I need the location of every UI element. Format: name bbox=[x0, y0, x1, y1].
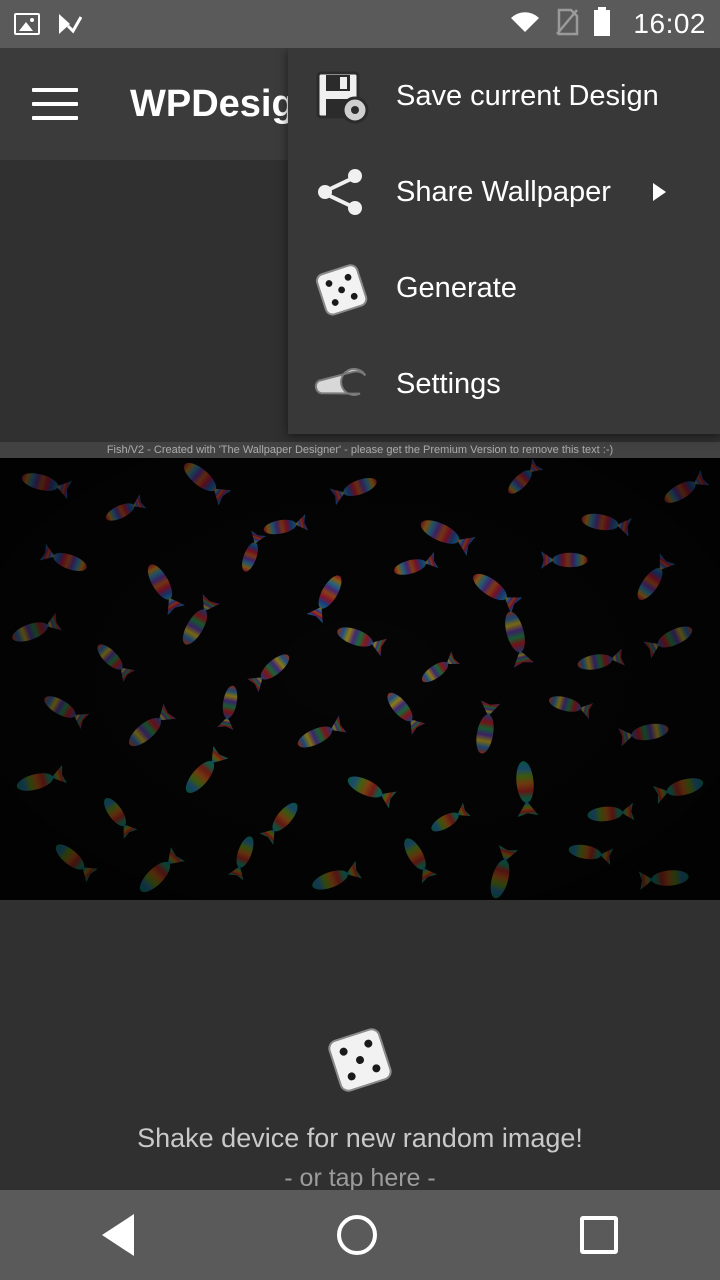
menu-item-label: Share Wallpaper bbox=[396, 175, 611, 208]
wallpaper-image bbox=[0, 442, 720, 900]
menu-item-label: Generate bbox=[396, 271, 517, 304]
back-triangle-icon[interactable] bbox=[101, 1214, 134, 1256]
dice-icon bbox=[328, 1028, 392, 1092]
shake-hint-area[interactable]: Shake device for new random image! - or … bbox=[0, 1020, 720, 1198]
menu-item-label: Save current Design bbox=[396, 79, 659, 112]
battery-icon bbox=[593, 6, 611, 42]
menu-item-generate[interactable]: Generate bbox=[288, 240, 720, 336]
status-bar-right-icons: 16:02 bbox=[509, 6, 706, 42]
sim-off-icon bbox=[555, 8, 579, 41]
share-icon bbox=[318, 169, 362, 215]
overflow-menu: Save current Design Share Wallpaper Gene… bbox=[288, 48, 720, 434]
wallpaper-watermark: Fish/V2 - Created with 'The Wallpaper De… bbox=[0, 442, 720, 458]
home-circle-icon[interactable] bbox=[336, 1215, 377, 1255]
phone-screen: 16:02 WPDesigner Fish/V2 - Created with … bbox=[0, 0, 720, 1280]
status-bar: 16:02 bbox=[0, 0, 720, 48]
menu-item-settings[interactable]: Settings bbox=[288, 336, 720, 432]
status-bar-clock: 16:02 bbox=[633, 8, 706, 39]
system-nav-bar bbox=[0, 1190, 720, 1280]
save-disk-icon bbox=[316, 71, 369, 124]
fish-pattern bbox=[0, 442, 720, 900]
status-bar-left-icons bbox=[14, 11, 83, 37]
shake-hint-line1: Shake device for new random image! bbox=[137, 1123, 583, 1153]
hamburger-menu-icon[interactable] bbox=[32, 88, 78, 120]
wrench-icon bbox=[314, 367, 367, 396]
image-icon bbox=[14, 13, 40, 35]
wallpaper-preview[interactable]: Fish/V2 - Created with 'The Wallpaper De… bbox=[0, 442, 720, 900]
chevron-right-icon bbox=[653, 183, 666, 201]
recents-square-icon[interactable] bbox=[580, 1216, 619, 1254]
menu-item-save-current-design[interactable]: Save current Design bbox=[288, 48, 720, 144]
wifi-icon bbox=[509, 10, 541, 39]
dice-icon bbox=[315, 264, 368, 316]
menu-item-label: Settings bbox=[396, 367, 501, 400]
menu-item-share-wallpaper[interactable]: Share Wallpaper bbox=[288, 144, 720, 240]
checklist-icon bbox=[56, 11, 83, 37]
